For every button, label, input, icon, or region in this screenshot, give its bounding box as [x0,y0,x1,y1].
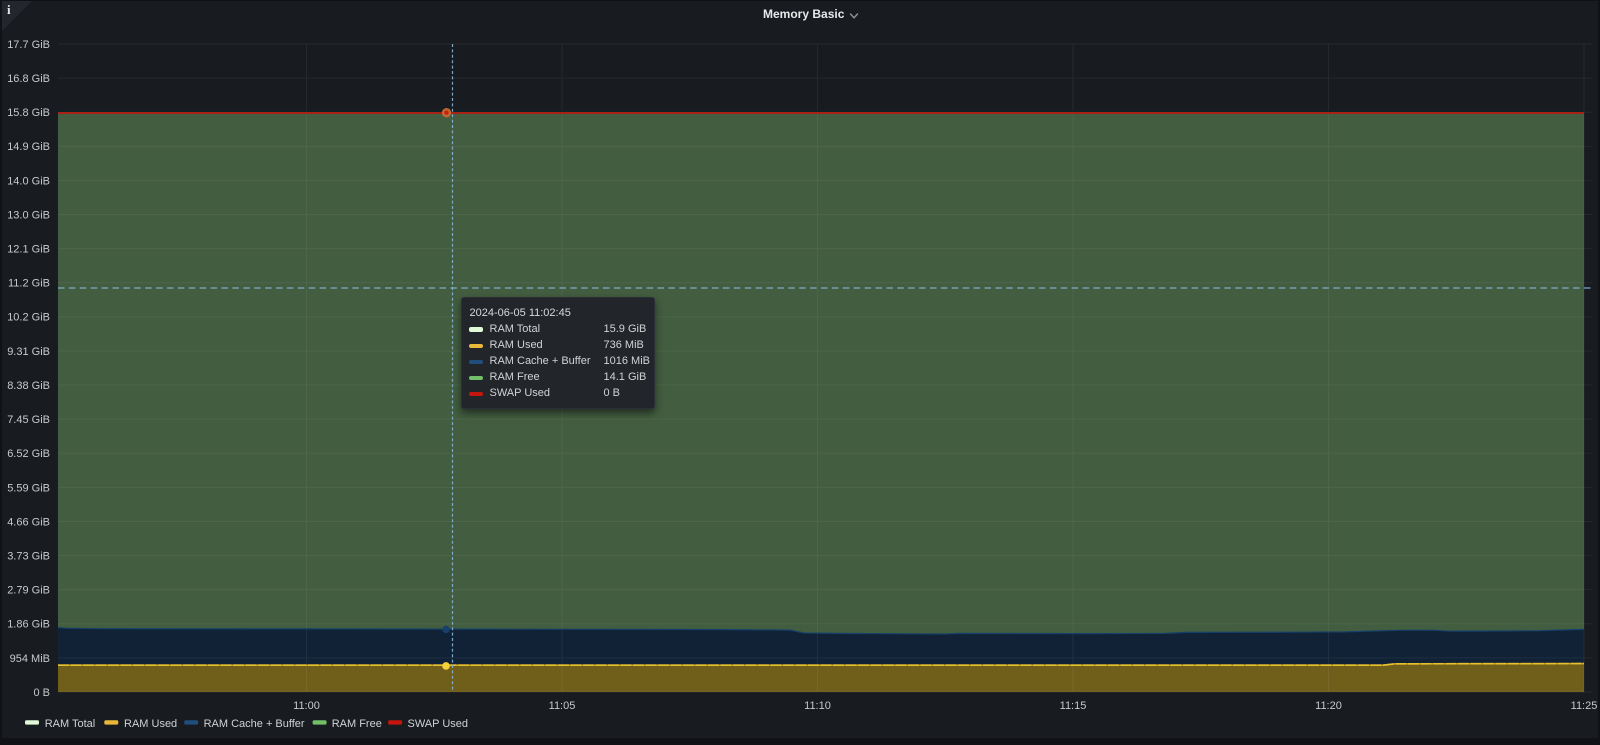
svg-text:14.0 GiB: 14.0 GiB [7,175,50,187]
svg-text:9.31 GiB: 9.31 GiB [7,346,50,358]
svg-text:11.2 GiB: 11.2 GiB [8,278,50,290]
svg-text:0 B: 0 B [33,687,50,699]
svg-text:11:20: 11:20 [1315,700,1342,712]
svg-text:4.66 GiB: 4.66 GiB [7,516,50,528]
svg-text:5.59 GiB: 5.59 GiB [7,482,50,494]
svg-text:11:10: 11:10 [804,700,831,712]
svg-text:6.52 GiB: 6.52 GiB [7,448,50,460]
svg-text:2.79 GiB: 2.79 GiB [7,585,50,597]
svg-text:RAM Total: RAM Total [45,718,96,730]
svg-text:16.8 GiB: 16.8 GiB [7,73,50,85]
svg-text:8.38 GiB: 8.38 GiB [7,380,50,392]
svg-text:14.9 GiB: 14.9 GiB [7,141,50,153]
svg-text:RAM Free: RAM Free [332,718,382,730]
svg-text:SWAP Used: SWAP Used [408,718,469,730]
svg-text:11:05: 11:05 [549,700,576,712]
svg-text:17.7 GiB: 17.7 GiB [7,39,50,51]
svg-text:RAM Used: RAM Used [124,718,177,730]
svg-text:11:15: 11:15 [1060,700,1087,712]
svg-text:13.0 GiB: 13.0 GiB [7,209,50,221]
svg-text:RAM Cache + Buffer: RAM Cache + Buffer [204,718,305,730]
svg-text:11:00: 11:00 [293,700,320,712]
svg-text:954 MiB: 954 MiB [10,653,50,665]
svg-text:1.86 GiB: 1.86 GiB [7,619,50,631]
svg-text:15.8 GiB: 15.8 GiB [7,107,50,119]
svg-text:7.45 GiB: 7.45 GiB [7,414,50,426]
svg-text:11:25: 11:25 [1571,700,1598,712]
svg-text:3.73 GiB: 3.73 GiB [7,551,50,563]
svg-text:10.2 GiB: 10.2 GiB [7,312,50,324]
svg-text:12.1 GiB: 12.1 GiB [7,244,50,256]
